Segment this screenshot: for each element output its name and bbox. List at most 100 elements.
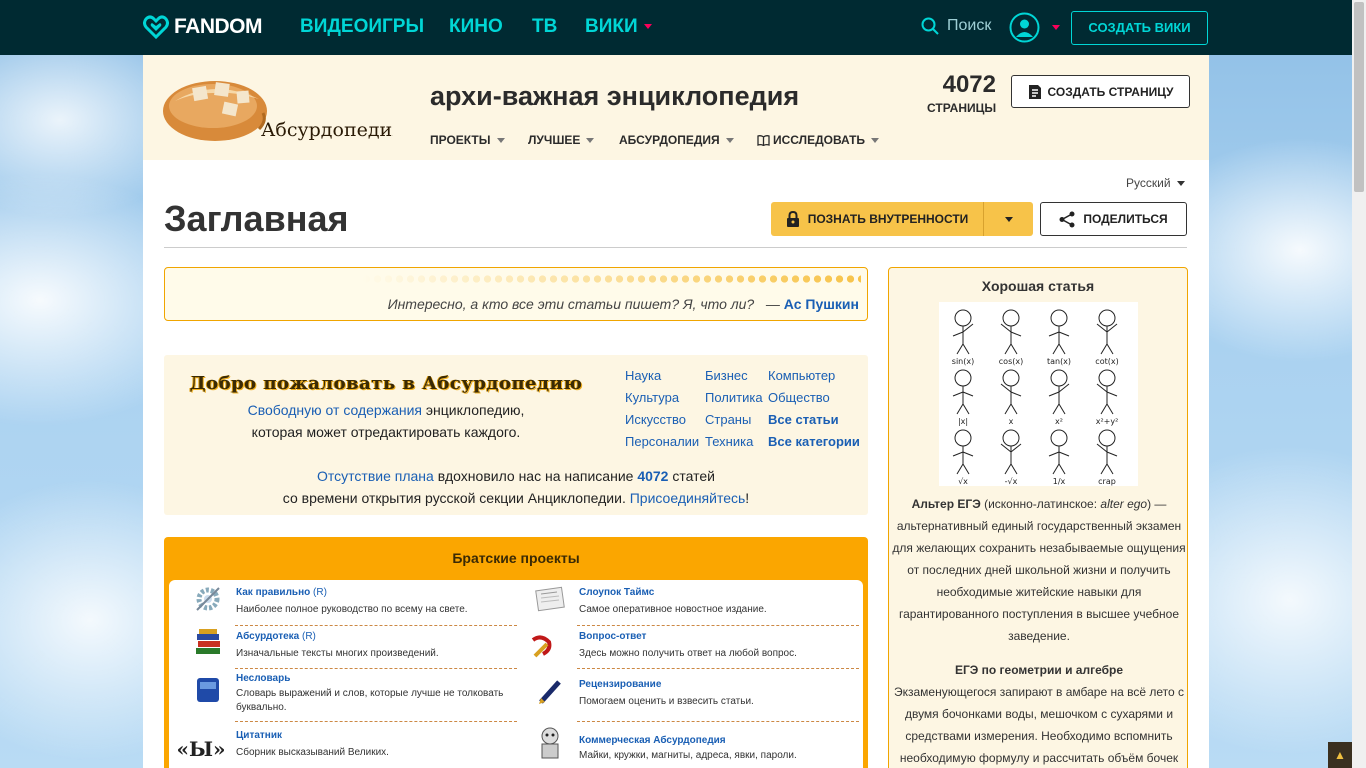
wiki-logo-image: АбсурдопедиЯ xyxy=(163,81,408,141)
page-counter: 4072 СТРАНИЦЫ xyxy=(927,71,996,117)
share-button[interactable]: ПОДЕЛИТЬСЯ xyxy=(1040,202,1187,236)
all-articles-link[interactable]: Все статьи xyxy=(768,409,860,431)
create-page-button[interactable]: СОЗДАТЬ СТРАНИЦУ xyxy=(1011,75,1190,108)
sister-projects-list: «Ы» Как правильно (R) Наиболее полное рук… xyxy=(169,580,863,768)
sister-item-commercial[interactable]: Коммерческая Абсурдопедия Майки, кружки, … xyxy=(579,734,869,763)
quote-body: Интересно, а кто все эти статьи пишет? Я… xyxy=(387,296,755,312)
wiki-logo[interactable]: АбсурдопедиЯ xyxy=(163,73,408,143)
page-icon xyxy=(1028,84,1041,99)
chevron-down-icon xyxy=(643,24,652,30)
sister-item-title[interactable]: Цитатник xyxy=(236,730,282,741)
category-link[interactable]: Персоналии xyxy=(625,431,699,453)
stick-figure-label: |x| xyxy=(958,417,968,426)
sister-item-desc: Словарь выражений и слов, которые лучше … xyxy=(236,688,504,713)
category-link[interactable]: Компьютер xyxy=(768,365,860,387)
wiki-title[interactable]: архи-важная энциклопедия xyxy=(430,81,799,112)
wiki-nav-best[interactable]: ЛУЧШЕЕ xyxy=(528,133,595,147)
wiki-nav-projects[interactable]: ПРОЕКТЫ xyxy=(430,133,505,147)
sister-item-title[interactable]: Коммерческая Абсурдопедия xyxy=(579,735,726,746)
welcome-text: Добро пожаловать в Абсурдопедию Свободну… xyxy=(164,373,608,443)
nav-tv[interactable]: ТВ xyxy=(532,16,557,38)
hammer-sickle-icon xyxy=(525,630,559,664)
language-selector[interactable]: Русский xyxy=(1126,176,1185,190)
scrollbar-thumb[interactable] xyxy=(1354,2,1364,192)
sister-item-r: (R) xyxy=(310,587,327,598)
category-link[interactable]: Страны xyxy=(705,409,763,431)
sister-item-desc: Самое оперативное новостное издание. xyxy=(579,604,767,615)
sister-item-absurdoteka[interactable]: Абсурдотека (R) Изначальные тексты многих… xyxy=(236,630,526,661)
sister-item-slowpoke[interactable]: Слоупок Таймс Самое оперативное новостное… xyxy=(579,586,869,617)
welcome-line2: которая может отредактировать каждого. xyxy=(251,424,521,440)
sister-item-title[interactable]: Абсурдотека xyxy=(236,631,299,642)
sister-item-citatnik[interactable]: Цитатник Сборник высказываний Великих. xyxy=(236,729,526,760)
wiki-nav-absurdopedia[interactable]: АБСУРДОПЕДИЯ xyxy=(619,133,734,147)
stick-figure xyxy=(952,369,974,415)
category-link[interactable]: Общество xyxy=(768,387,860,409)
category-link[interactable]: Политика xyxy=(705,387,763,409)
chevron-down-icon xyxy=(871,137,880,143)
edit-button[interactable]: ПОЗНАТЬ ВНУТРЕННОСТИ xyxy=(771,202,984,236)
free-content-link[interactable]: Свободную от содержания xyxy=(248,402,422,418)
share-icon xyxy=(1059,211,1075,227)
quote-author-link[interactable]: Ас Пушкин xyxy=(784,296,859,312)
article-count-link[interactable]: 4072 xyxy=(637,468,668,484)
sister-item-title[interactable]: Вопрос-ответ xyxy=(579,631,646,642)
nav-movies[interactable]: КИНО xyxy=(449,16,503,38)
book-icon xyxy=(757,134,770,146)
quote-box: Интересно, а кто все эти статьи пишет? Я… xyxy=(164,267,868,321)
sister-item-kak-pravilno[interactable]: Как правильно (R) Наиболее полное руковод… xyxy=(236,586,526,617)
stick-figure-label: crap xyxy=(1098,477,1116,486)
chevron-down-icon xyxy=(1004,216,1013,222)
search-button[interactable]: Поиск xyxy=(921,17,991,35)
quote-text: Интересно, а кто все эти статьи пишет? Я… xyxy=(388,296,859,312)
all-categories-link[interactable]: Все категории xyxy=(768,431,860,453)
stick-figure-label: x² xyxy=(1055,417,1063,426)
stick-figure-label: √x xyxy=(958,477,968,486)
decorative-dots xyxy=(361,274,861,284)
welcome-stats-line2: со времени открытия русской секции Анцик… xyxy=(282,490,630,506)
category-link[interactable]: Искусство xyxy=(625,409,699,431)
exclamation: ! xyxy=(745,490,750,506)
sister-item-review[interactable]: Рецензирование Помогаем оценить и взвесит… xyxy=(579,678,869,709)
sister-item-qa[interactable]: Вопрос-ответ Здесь можно получить ответ н… xyxy=(579,630,869,661)
divider xyxy=(235,721,517,722)
sister-item-title[interactable]: Рецензирование xyxy=(579,679,661,690)
create-wiki-button[interactable]: СОЗДАТЬ ВИКИ xyxy=(1071,11,1208,45)
category-link[interactable]: Наука xyxy=(625,365,699,387)
article-title-link[interactable]: Альтер ЕГЭ xyxy=(912,497,981,511)
stick-figure-label: cos(x) xyxy=(999,357,1023,366)
good-article-subheading: ЕГЭ по геометрии и алгебре xyxy=(954,663,1124,677)
fandom-logo[interactable]: FANDOM xyxy=(143,13,263,41)
no-plan-link[interactable]: Отсутствие плана xyxy=(317,468,434,484)
category-link[interactable]: Техника xyxy=(705,431,763,453)
quote-glyph-icon: «Ы» xyxy=(176,737,226,761)
sister-item-desc: Наиболее полное руководство по всему на … xyxy=(236,604,468,615)
gear-wrench-icon xyxy=(191,582,225,616)
chevron-down-icon xyxy=(1052,25,1060,30)
nav-wikis-label: ВИКИ xyxy=(585,16,638,37)
function-figures-image[interactable]: sin(x) cos(x) tan(x) cot(x) |x| x x² x²+y² √x -√x… xyxy=(939,302,1138,486)
edit-dropdown-button[interactable] xyxy=(984,202,1033,236)
category-link[interactable]: Бизнес xyxy=(705,365,763,387)
welcome-box: Добро пожаловать в Абсурдопедию Свободну… xyxy=(164,355,868,515)
dictionary-icon xyxy=(191,672,225,706)
page-count-value: 4072 xyxy=(942,71,996,98)
nav-videogames[interactable]: ВИДЕОИГРЫ xyxy=(300,16,424,38)
scroll-to-top-button[interactable]: ▲ xyxy=(1328,742,1352,768)
wiki-nav-explore[interactable]: ИССЛЕДОВАТЬ xyxy=(757,133,880,147)
welcome-stats-text: вдохновило нас на написание xyxy=(433,468,638,484)
category-column-3: Компьютер Общество Все статьи Все катего… xyxy=(768,365,860,453)
good-article-heading: Хорошая статья xyxy=(981,278,1095,294)
stick-figure xyxy=(1096,309,1118,355)
category-link[interactable]: Культура xyxy=(625,387,699,409)
stick-figure xyxy=(1096,429,1118,475)
scrollbar[interactable] xyxy=(1352,0,1366,768)
sister-item-title[interactable]: Слоупок Таймс xyxy=(579,587,654,598)
sister-item-neslovar[interactable]: Несловарь Словарь выражений и слов, котор… xyxy=(236,672,526,715)
join-link[interactable]: Присоединяйтесь xyxy=(630,490,746,506)
user-menu[interactable] xyxy=(1009,12,1060,43)
sister-item-title[interactable]: Несловарь xyxy=(236,673,290,684)
sister-item-title[interactable]: Как правильно xyxy=(236,587,310,598)
lock-icon xyxy=(786,211,799,227)
nav-wikis[interactable]: ВИКИ xyxy=(585,16,652,38)
